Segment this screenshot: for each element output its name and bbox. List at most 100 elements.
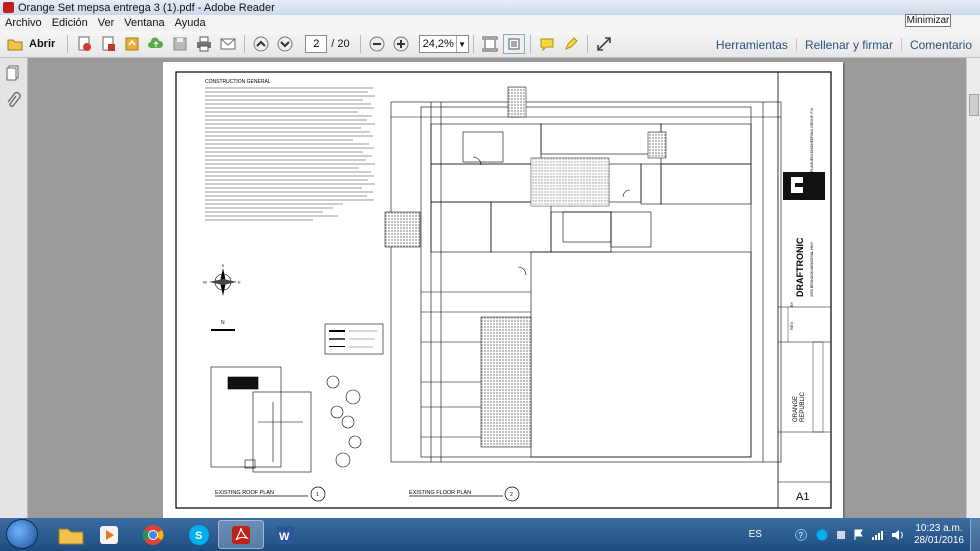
- expand-button[interactable]: [593, 34, 615, 54]
- flag-icon[interactable]: [853, 529, 865, 541]
- media-player-icon: [100, 525, 118, 544]
- hatch-planters: [480, 316, 532, 448]
- convert-pdf-icon: [102, 36, 116, 51]
- rev-label: REV.: [789, 321, 794, 330]
- start-button[interactable]: [6, 519, 38, 549]
- company-line-1: PLAGUENI ENGINEERING GROUP, P.A.: [810, 107, 814, 172]
- print-button[interactable]: [193, 34, 215, 54]
- word-icon: W: [276, 525, 294, 544]
- project-line-1: ORANGE: [793, 396, 799, 422]
- nav-icons: [6, 65, 21, 107]
- compass-e: E: [238, 280, 241, 285]
- clock-date: 28/01/2016: [913, 534, 964, 546]
- menu-edicion[interactable]: Edición: [47, 17, 93, 29]
- page-number-input[interactable]: [305, 35, 328, 53]
- left-nav-pane: [0, 58, 28, 518]
- open-button[interactable]: [4, 34, 26, 54]
- adobe-reader-icon: [232, 525, 250, 544]
- scroll-thumb[interactable]: [969, 94, 979, 116]
- skype-tray-icon[interactable]: [815, 529, 829, 541]
- next-page-button[interactable]: [274, 34, 296, 54]
- tools-link[interactable]: Herramientas: [708, 38, 796, 52]
- svg-text:W: W: [279, 531, 290, 543]
- menu-archivo[interactable]: Archivo: [0, 17, 47, 29]
- fill-sign-link[interactable]: Rellenar y firmar: [795, 37, 901, 52]
- compass-s: S: [222, 263, 225, 268]
- taskbar-adobe-reader[interactable]: [218, 520, 264, 549]
- roof-plan: [210, 366, 362, 473]
- convert-button[interactable]: [97, 34, 119, 54]
- pages-icon[interactable]: [6, 65, 19, 81]
- open-label[interactable]: Abrir: [29, 38, 55, 50]
- logo-text: DRAFTRONIC: [795, 237, 805, 297]
- arrow-up-icon: [253, 36, 269, 52]
- create-pdf-icon: [78, 36, 92, 51]
- fit-width-icon: [508, 38, 520, 50]
- hatch-entry: [384, 211, 421, 248]
- share-button[interactable]: [121, 34, 143, 54]
- fit-page-button[interactable]: [479, 34, 501, 54]
- share-icon: [125, 37, 139, 51]
- create-pdf-button[interactable]: [73, 34, 95, 54]
- chrome-icon: [142, 524, 164, 545]
- volume-icon[interactable]: [891, 529, 905, 541]
- notes-title: CONSTRUCTION GENERAL: [205, 79, 271, 85]
- folder-icon: [7, 39, 23, 51]
- project-line-2: REPUBLIC: [800, 391, 806, 422]
- zoom-value: 24,2%: [422, 38, 454, 50]
- network-icon[interactable]: [871, 529, 885, 541]
- arrow-down-icon: [277, 36, 293, 52]
- menu-ver[interactable]: Ver: [93, 17, 120, 29]
- adobe-reader-icon: [3, 2, 14, 13]
- panel-links: Herramientas Rellenar y firmar Comentari…: [708, 31, 980, 58]
- language-indicator[interactable]: ES: [749, 529, 762, 540]
- taskbar-word[interactable]: W: [262, 520, 308, 549]
- comment-link[interactable]: Comentario: [900, 37, 980, 52]
- menu-ayuda[interactable]: Ayuda: [170, 17, 211, 29]
- clock-time: 10:23 a.m.: [915, 522, 963, 534]
- highlighter-icon: [564, 37, 578, 50]
- taskbar-skype[interactable]: S: [176, 520, 222, 549]
- vertical-scrollbar[interactable]: [966, 58, 980, 518]
- sheet-number: A1: [796, 491, 809, 503]
- highlight-button[interactable]: [560, 34, 582, 54]
- legend-box: [324, 323, 384, 355]
- fit-page-icon: [482, 36, 498, 52]
- previous-page-button[interactable]: [250, 34, 272, 54]
- floor-plan: [390, 101, 782, 463]
- comment-button[interactable]: [536, 34, 558, 54]
- zoom-out-button[interactable]: [366, 34, 388, 54]
- roof-plan-label: EXISTING ROOF PLAN: [215, 490, 274, 496]
- svg-text:?: ?: [798, 531, 803, 540]
- help-icon[interactable]: ?: [795, 528, 807, 541]
- company-line-2: 3950 BRONSON MEMORIAL HWY.: [810, 241, 814, 297]
- clock[interactable]: 10:23 a.m. 28/01/2016: [914, 523, 964, 547]
- roof-plan-number: 1: [316, 492, 319, 498]
- notes-lines: [205, 87, 375, 221]
- save-button[interactable]: [169, 34, 191, 54]
- plus-circle-icon: [393, 36, 409, 52]
- title-block: DRAFTRONIC PLAGUENI ENGINEERING GROUP, P…: [778, 107, 831, 503]
- architectural-drawing: CONSTRUCTION GENERAL S W E N EXISTING RO…: [175, 71, 832, 509]
- paperclip-icon[interactable]: [7, 91, 21, 107]
- hatch-stair: [507, 86, 527, 118]
- notification-icon[interactable]: [835, 529, 847, 541]
- show-desktop-button[interactable]: [970, 518, 980, 551]
- chevron-down-icon[interactable]: ▼: [455, 36, 468, 52]
- zoom-select[interactable]: 24,2% ▼: [418, 35, 469, 53]
- email-button[interactable]: [217, 34, 239, 54]
- svg-text:S: S: [195, 530, 202, 542]
- pdf-page: CONSTRUCTION GENERAL S W E N EXISTING RO…: [163, 62, 843, 518]
- minus-circle-icon: [369, 36, 385, 52]
- taskbar-media-player[interactable]: [86, 520, 132, 549]
- save-icon: [173, 37, 187, 51]
- zoom-in-button[interactable]: [390, 34, 412, 54]
- taskbar-chrome[interactable]: [130, 520, 176, 549]
- window-title: Orange Set mepsa entrega 3 (1).pdf - Ado…: [18, 1, 275, 14]
- menu-ventana[interactable]: Ventana: [119, 17, 169, 29]
- north-label: N: [221, 320, 225, 326]
- upload-button[interactable]: [145, 34, 167, 54]
- cloud-upload-icon: [148, 37, 164, 48]
- printer-icon: [197, 36, 212, 52]
- fit-width-button[interactable]: [502, 34, 525, 54]
